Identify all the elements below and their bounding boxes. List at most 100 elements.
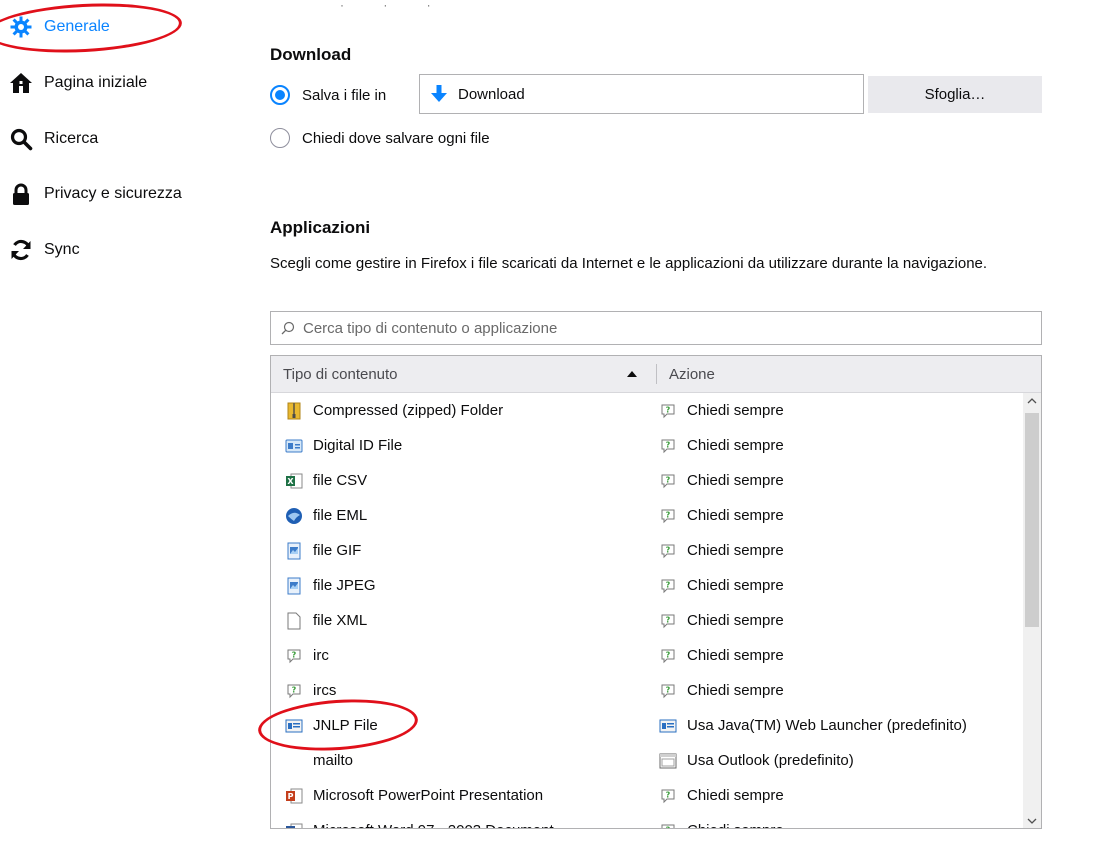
action-cell[interactable]: ? Chiedi sempre [659, 673, 784, 708]
sidebar-item-label: Generale [44, 18, 110, 35]
action-cell[interactable]: ? Chiedi sempre [659, 813, 784, 829]
content-type-label: Microsoft PowerPoint Presentation [313, 787, 544, 804]
content-type-cell: Compressed (zipped) Folder [285, 393, 503, 428]
column-separator[interactable] [656, 364, 657, 384]
table-row[interactable]: Compressed (zipped) Folder ? Chiedi sempre [271, 393, 1023, 428]
table-row[interactable]: W Microsoft Word 97 - 2003 Document? Chied… [271, 813, 1023, 830]
action-label: Chiedi sempre [687, 612, 784, 629]
table-body: Compressed (zipped) Folder? Chiedi sempre… [271, 393, 1023, 830]
table-row[interactable]: file XML ? Chiedi sempre [271, 603, 1023, 638]
action-label: Chiedi sempre [687, 437, 784, 454]
sidebar-item-generale[interactable]: Generale [8, 12, 110, 42]
thunderbird-icon [285, 507, 303, 525]
action-cell[interactable]: ? Chiedi sempre [659, 603, 784, 638]
table-row[interactable]: file JPEG? Chiedi sempre [271, 568, 1023, 603]
svg-text:?: ? [666, 580, 671, 589]
column-header-content-type[interactable]: Tipo di contenuto [283, 356, 653, 392]
action-cell[interactable]: ? Chiedi sempre [659, 778, 784, 813]
content-type-cell: Xfile CSV [285, 463, 367, 498]
table-row[interactable]: P Microsoft PowerPoint Presentation? Chied… [271, 778, 1023, 813]
sidebar-item-sync[interactable]: Sync [8, 235, 80, 265]
action-cell[interactable]: ? Chiedi sempre [659, 393, 784, 428]
action-cell[interactable]: Usa Java(TM) Web Launcher (predefinito) [659, 708, 967, 743]
svg-text:?: ? [292, 685, 297, 694]
content-type-label: file JPEG [313, 577, 376, 594]
table-row[interactable]: Xfile CSV ? Chiedi sempre [271, 463, 1023, 498]
download-heading: Download [270, 45, 352, 64]
scroll-up-arrow-icon[interactable] [1023, 393, 1041, 409]
gear-icon [8, 14, 34, 40]
save-to-folder-option[interactable]: Salva i file in [270, 85, 386, 105]
table-row[interactable]: Digital ID File? Chiedi sempre [271, 428, 1023, 463]
ask-icon: ? [285, 682, 303, 700]
action-cell[interactable]: ? Chiedi sempre [659, 568, 784, 603]
sidebar-item-pagina-iniziale[interactable]: Pagina iniziale [8, 68, 147, 98]
content-type-cell: ? ircs [285, 673, 336, 708]
sidebar-item-label: Pagina iniziale [44, 74, 148, 91]
content-type-cell: JNLP File [285, 708, 378, 743]
sort-ascending-icon [627, 371, 637, 377]
sidebar-item-ricerca[interactable]: Ricerca [8, 124, 98, 154]
applications-description: Scegli come gestire in Firefox i file sc… [270, 255, 988, 272]
svg-text:?: ? [666, 510, 671, 519]
sidebar-item-privacy[interactable]: Privacy e sicurezza [8, 179, 182, 209]
content-type-label: file GIF [313, 542, 362, 559]
image-file-icon [285, 577, 303, 595]
content-type-label: JNLP File [313, 717, 378, 734]
ask-icon: ? [659, 647, 677, 665]
content-type-search[interactable] [270, 311, 1042, 345]
vertical-scrollbar[interactable] [1023, 393, 1041, 828]
outlook-window-icon [659, 752, 677, 770]
content-type-label: mailto [313, 752, 354, 769]
action-label: Chiedi sempre [687, 682, 784, 699]
home-icon [8, 70, 34, 96]
table-header: Tipo di contenuto Azione [271, 356, 1041, 393]
table-row[interactable]: file GIF ? Chiedi sempre [271, 533, 1023, 568]
sync-icon [8, 237, 34, 263]
search-input[interactable] [301, 318, 1005, 338]
ask-icon: ? [659, 577, 677, 595]
ask-icon: ? [659, 402, 677, 420]
action-cell[interactable]: ? Chiedi sempre [659, 533, 784, 568]
content-type-cell: file XML [285, 603, 367, 638]
browse-button[interactable]: Sfoglia… [868, 76, 1042, 113]
action-label: Chiedi sempre [687, 507, 784, 524]
table-row[interactable]: JNLP File Usa Java(TM) Web Launcher (pred… [271, 708, 1023, 743]
content-type-cell: ? irc [285, 638, 329, 673]
excel-file-icon: X [285, 472, 303, 490]
table-row[interactable]: ? irc? Chiedi sempre [271, 638, 1023, 673]
download-folder-name: Download [458, 85, 525, 103]
action-label: Chiedi sempre [687, 647, 784, 664]
svg-text:?: ? [666, 825, 671, 829]
java-launcher-icon [659, 717, 677, 735]
table-row[interactable]: ? ircs? Chiedi sempre [271, 673, 1023, 708]
action-cell[interactable]: ? Chiedi sempre [659, 463, 784, 498]
empty-icon-slot [285, 752, 303, 770]
action-cell[interactable]: ? Chiedi sempre [659, 428, 784, 463]
content-type-label: file EML [313, 507, 368, 524]
svg-text:?: ? [666, 650, 671, 659]
digital-id-icon [285, 437, 303, 455]
column-header-action[interactable]: Azione [669, 356, 1029, 392]
ask-icon: ? [659, 682, 677, 700]
scroll-down-arrow-icon[interactable] [1023, 813, 1041, 828]
ask-where-radio[interactable] [270, 128, 290, 148]
action-cell[interactable]: Usa Outlook (predefinito) [659, 743, 854, 778]
action-label: Usa Java(TM) Web Launcher (predefinito) [687, 717, 967, 734]
svg-text:W: W [286, 827, 295, 830]
scrollbar-thumb[interactable] [1025, 413, 1039, 627]
table-row[interactable]: file EML? Chiedi sempre [271, 498, 1023, 533]
preferences-sidebar: Generale Pagina iniziale Ricerca Privacy… [0, 0, 240, 844]
ask-icon: ? [659, 507, 677, 525]
download-folder-field[interactable]: Download [419, 74, 864, 114]
action-label: Chiedi sempre [687, 577, 784, 594]
content-type-cell: file GIF [285, 533, 361, 568]
save-to-radio[interactable] [270, 85, 290, 105]
table-row[interactable]: mailto Usa Outlook (predefinito) [271, 743, 1023, 778]
ask-where-option[interactable]: Chiedi dove salvare ogni file [270, 128, 490, 148]
action-cell[interactable]: ? Chiedi sempre [659, 498, 784, 533]
sidebar-item-label: Sync [44, 241, 80, 258]
action-cell[interactable]: ? Chiedi sempre [659, 638, 784, 673]
ask-where-label: Chiedi dove salvare ogni file [302, 129, 490, 147]
sidebar-item-label: Privacy e sicurezza [44, 185, 182, 202]
